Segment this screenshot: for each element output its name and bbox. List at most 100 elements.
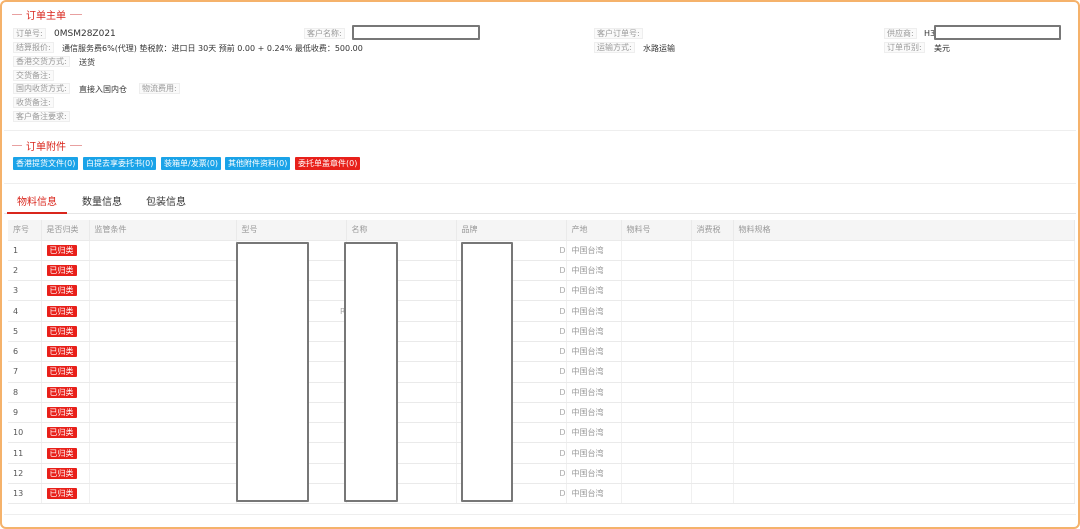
col-header-material-no: 物料号 xyxy=(621,220,692,241)
cell-consumption-tax xyxy=(691,280,734,302)
cell-classified: 已归类 xyxy=(41,321,90,342)
section-divider xyxy=(4,183,1076,184)
table-row[interactable]: 10 已归类 D 中国台湾 xyxy=(8,422,1075,444)
order-no-value: 0MSM28Z021 xyxy=(54,29,116,39)
partial-text: D xyxy=(559,286,566,296)
cell-consumption-tax xyxy=(691,321,734,342)
table-row[interactable]: 9 已归类 D 中国台湾 xyxy=(8,402,1075,424)
cell-consumption-tax xyxy=(691,483,734,505)
cell-index: 4 xyxy=(8,300,42,322)
cell-origin: 中国台湾 xyxy=(566,442,622,464)
supplier-redaction xyxy=(934,25,1061,40)
cell-origin: 中国台湾 xyxy=(566,300,622,322)
tab-material-info[interactable]: 物料信息 xyxy=(17,193,57,208)
other-attachments-button[interactable]: 其他附件资料(0) xyxy=(225,157,291,170)
cell-origin: 中国台湾 xyxy=(566,280,622,302)
classified-badge: 已归类 xyxy=(46,264,77,276)
classified-badge: 已归类 xyxy=(46,305,77,317)
cell-spec xyxy=(733,382,1075,403)
cell-consumption-tax xyxy=(691,402,734,424)
cell-material-no xyxy=(621,321,692,342)
classified-badge: 已归类 xyxy=(46,366,77,378)
self-pickup-authorization-button[interactable]: 白提去享委托书(0) xyxy=(83,157,157,170)
cell-index: 13 xyxy=(8,483,42,505)
classified-badge: 已归类 xyxy=(46,427,77,439)
order-main-section-title: 订单主单 xyxy=(12,7,82,22)
cell-regulatory xyxy=(89,321,237,342)
cell-consumption-tax xyxy=(691,442,734,464)
table-row[interactable]: 4 已归类 R D 中国台湾 xyxy=(8,300,1075,322)
logistics-fee-label: 物流费用: xyxy=(139,83,180,94)
cell-classified: 已归类 xyxy=(41,341,90,363)
classified-badge: 已归类 xyxy=(46,467,77,479)
cell-regulatory xyxy=(89,240,237,261)
order-no-label: 订单号: xyxy=(13,28,46,39)
cell-regulatory xyxy=(89,442,237,464)
cell-consumption-tax xyxy=(691,361,734,383)
classified-badge: 已归类 xyxy=(46,447,77,459)
hk-delivery-label: 香港交货方式: xyxy=(13,56,70,67)
cell-material-no xyxy=(621,341,692,363)
cell-spec xyxy=(733,483,1075,505)
cell-index: 3 xyxy=(8,280,42,302)
cell-consumption-tax xyxy=(691,382,734,403)
col-header-classified: 是否归类 xyxy=(41,220,90,241)
cell-regulatory xyxy=(89,382,237,403)
pricing-label: 结算报价: xyxy=(13,42,54,53)
table-row[interactable]: 13 已归类 D 中国台湾 xyxy=(8,483,1075,505)
cell-material-no xyxy=(621,300,692,322)
cell-classified: 已归类 xyxy=(41,280,90,302)
cell-consumption-tax xyxy=(691,422,734,444)
cell-classified: 已归类 xyxy=(41,361,90,383)
cell-consumption-tax xyxy=(691,341,734,363)
bottom-divider xyxy=(4,514,1076,515)
cell-index: 9 xyxy=(8,402,42,424)
cell-consumption-tax xyxy=(691,240,734,261)
cell-spec xyxy=(733,361,1075,383)
table-row[interactable]: 7 已归类 D 中国台湾 xyxy=(8,361,1075,383)
table-row[interactable]: 11 已归类 D 中国台湾 xyxy=(8,442,1075,464)
cell-origin: 中国台湾 xyxy=(566,240,622,261)
col-header-name: 名称 xyxy=(346,220,457,241)
table-row[interactable]: 6 已归类 D 中国台湾 xyxy=(8,341,1075,363)
cell-regulatory xyxy=(89,463,237,485)
customer-name-redaction xyxy=(352,25,480,40)
cell-material-no xyxy=(621,280,692,302)
classified-badge: 已归类 xyxy=(46,386,77,398)
stamped-order-button[interactable]: 委托单盖章件(0) xyxy=(295,157,361,170)
table-row[interactable]: 5 已归类 D 中国台湾 xyxy=(8,321,1075,342)
pricing-value: 通信服务费6%(代理) 垫税款：进口日 30天 预前 0.00 + 0.24% … xyxy=(62,44,363,53)
table-header-row: 序号 是否归类 监管条件 型号 名称 品牌 产地 物料号 消费税 物料规格 xyxy=(8,220,1075,241)
cell-regulatory xyxy=(89,422,237,444)
page-frame: 订单主单 订单号: 0MSM28Z021 客户名称: 客户订单号: 供应商: H… xyxy=(0,0,1080,529)
cell-index: 11 xyxy=(8,442,42,464)
table-row[interactable]: 2 已归类 D 中国台湾 xyxy=(8,260,1075,282)
partial-text: D xyxy=(559,367,566,377)
packing-list-invoice-button[interactable]: 装箱单/发票(0) xyxy=(161,157,222,170)
hk-pickup-files-button[interactable]: 香港提货文件(0) xyxy=(13,157,79,170)
currency-value: 美元 xyxy=(934,44,950,53)
attachments-title: 订单附件 xyxy=(26,142,66,153)
cell-material-no xyxy=(621,422,692,444)
cell-index: 8 xyxy=(8,382,42,403)
table-row[interactable]: 8 已归类 D 中国台湾 xyxy=(8,382,1075,403)
cell-regulatory xyxy=(89,260,237,282)
cell-regulatory xyxy=(89,341,237,363)
tab-packaging-info[interactable]: 包装信息 xyxy=(146,193,186,208)
cell-index: 7 xyxy=(8,361,42,383)
cell-index: 5 xyxy=(8,321,42,342)
name-column-redaction xyxy=(344,242,398,502)
cell-index: 1 xyxy=(8,240,42,261)
table-row[interactable]: 1 已归类 D 中国台湾 xyxy=(8,240,1075,261)
cell-origin: 中国台湾 xyxy=(566,341,622,363)
cell-classified: 已归类 xyxy=(41,463,90,485)
table-row[interactable]: 3 已归类 D 中国台湾 xyxy=(8,280,1075,302)
attachments-section-title: 订单附件 xyxy=(12,138,82,153)
tab-quantity-info[interactable]: 数量信息 xyxy=(82,193,122,208)
cell-spec xyxy=(733,422,1075,444)
receiving-note-label: 收货备注: xyxy=(13,97,54,108)
table-row[interactable]: 12 已归类 D 中国台湾 xyxy=(8,463,1075,485)
cell-spec xyxy=(733,260,1075,282)
cell-classified: 已归类 xyxy=(41,442,90,464)
cell-classified: 已归类 xyxy=(41,240,90,261)
